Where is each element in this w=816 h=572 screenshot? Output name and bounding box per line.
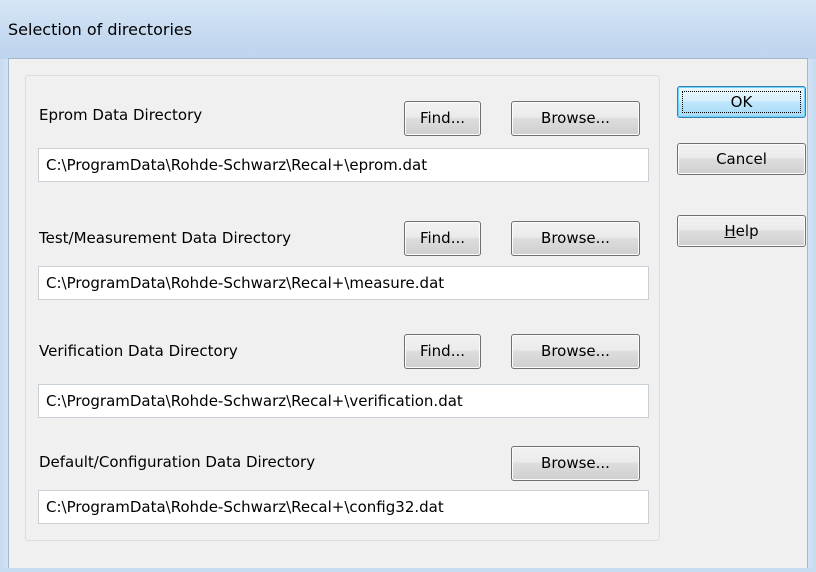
configuration-directory-label: Default/Configuration Data Directory — [39, 453, 316, 471]
window-frame-bottom — [0, 568, 816, 572]
eprom-browse-button[interactable]: Browse... — [511, 101, 640, 136]
configuration-browse-button[interactable]: Browse... — [511, 446, 640, 481]
verification-directory-label: Verification Data Directory — [39, 342, 238, 360]
window-frame-right — [808, 59, 816, 572]
window-frame-left — [0, 59, 8, 572]
help-button[interactable]: Help — [677, 215, 806, 247]
window-title: Selection of directories — [8, 20, 193, 39]
verification-browse-button[interactable]: Browse... — [511, 334, 640, 369]
eprom-directory-label: Eprom Data Directory — [39, 106, 203, 124]
cancel-button-label: Cancel — [716, 150, 767, 168]
title-bar[interactable]: Selection of directories — [0, 0, 816, 59]
verification-find-button[interactable]: Find... — [404, 334, 481, 369]
measurement-find-button[interactable]: Find... — [404, 221, 481, 256]
measurement-path-field[interactable]: C:\ProgramData\Rohde-Schwarz\Recal+\meas… — [38, 266, 649, 300]
frame-right-edge — [807, 59, 808, 572]
frame-left-edge — [8, 59, 9, 572]
dialog-window: Selection of directories Eprom Data Dire… — [0, 0, 816, 572]
help-button-label: Help — [724, 222, 758, 240]
configuration-path-field[interactable]: C:\ProgramData\Rohde-Schwarz\Recal+\conf… — [38, 490, 649, 524]
ok-button-label: OK — [730, 93, 753, 111]
measurement-browse-button[interactable]: Browse... — [511, 221, 640, 256]
help-label-rest: elp — [735, 222, 759, 240]
ok-button[interactable]: OK — [677, 86, 806, 118]
eprom-find-button[interactable]: Find... — [404, 101, 481, 136]
help-mnemonic: H — [724, 222, 736, 240]
verification-path-field[interactable]: C:\ProgramData\Rohde-Schwarz\Recal+\veri… — [38, 384, 649, 418]
frame-top-edge — [8, 58, 808, 59]
measurement-directory-label: Test/Measurement Data Directory — [39, 229, 292, 247]
eprom-path-field[interactable]: C:\ProgramData\Rohde-Schwarz\Recal+\epro… — [38, 148, 649, 182]
cancel-button[interactable]: Cancel — [677, 143, 806, 175]
